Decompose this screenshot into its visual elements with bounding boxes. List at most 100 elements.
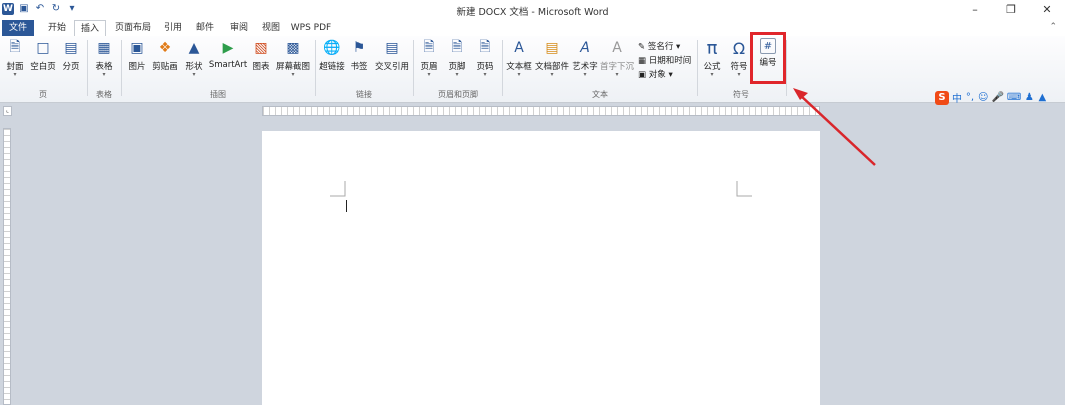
tab-mailings[interactable]: 邮件: [190, 20, 220, 36]
page-number-icon: 🗎: [479, 39, 491, 55]
tab-references[interactable]: 引用: [158, 20, 188, 36]
tab-view[interactable]: 视图: [256, 20, 286, 36]
group-divider: [121, 40, 122, 96]
cross-reference-icon: ▤: [385, 40, 399, 56]
clipart-icon: ❖: [158, 40, 172, 56]
group-label-pages: 页: [39, 90, 47, 99]
smartart-icon: ▶: [222, 40, 234, 56]
group-label-symbols: 符号: [733, 90, 749, 99]
footer-icon: 🗎: [451, 39, 463, 55]
user-icon[interactable]: ♟: [1024, 92, 1034, 103]
ruler-marks: [263, 107, 819, 115]
margin-corner-top-right: [736, 181, 752, 197]
object-button[interactable]: ▣ 对象 ▾: [638, 68, 673, 80]
title-bar: W ▣ ↶ ↻ ▾ 新建 DOCX 文档 - Microsoft Word – …: [0, 0, 1065, 20]
ribbon-tab-bar: 文件 开始 插入 页面布局 引用 邮件 审阅 视图 WPS PDF: [0, 20, 1065, 38]
signature-icon: ✎: [638, 42, 646, 52]
group-label-text: 文本: [592, 90, 608, 99]
minimize-icon[interactable]: –: [957, 0, 993, 20]
footer-button[interactable]: 🗎 页脚 ▾: [446, 38, 468, 78]
document-page[interactable]: [262, 131, 820, 405]
group-divider: [413, 40, 414, 96]
keyboard-icon[interactable]: ⌨: [1007, 92, 1021, 103]
cover-page-button[interactable]: 🗎 封面 ▾: [4, 38, 26, 78]
omega-icon: Ω: [732, 38, 746, 58]
textbox-icon: A: [514, 40, 524, 56]
vertical-ruler[interactable]: [3, 128, 11, 405]
screenshot-icon: ▩: [286, 40, 300, 56]
tab-file[interactable]: 文件: [2, 20, 34, 36]
wordart-button[interactable]: A 艺术字 ▾: [571, 38, 599, 78]
object-icon: ▣: [638, 70, 647, 80]
horizontal-ruler[interactable]: [262, 106, 820, 116]
page-break-icon: ▤: [64, 40, 78, 56]
sogou-logo-icon[interactable]: S: [935, 90, 949, 105]
signature-line-button[interactable]: ✎ 签名行 ▾: [638, 40, 680, 52]
picture-button[interactable]: ▣ 图片: [126, 38, 148, 72]
globe-icon: 🌐: [323, 40, 341, 56]
number-button-highlight: [750, 32, 786, 84]
picture-icon: ▣: [130, 40, 144, 56]
header-button[interactable]: 🗎 页眉 ▾: [418, 38, 440, 78]
emoji-icon[interactable]: ☺: [978, 92, 988, 103]
text-cursor: [346, 200, 347, 212]
tab-home[interactable]: 开始: [40, 20, 74, 36]
close-icon[interactable]: ✕: [1029, 0, 1065, 20]
blank-page-button[interactable]: □ 空白页: [30, 38, 56, 72]
group-label-tables: 表格: [96, 90, 112, 99]
ribbon: 🗎 封面 ▾ □ 空白页 ▤ 分页 页 ▦ 表格 ▾ 表格 ▣ 图片 ❖ 剪贴画 ▲…: [0, 36, 1065, 103]
bookmark-icon: ⚑: [352, 40, 366, 56]
page-number-button[interactable]: 🗎 页码 ▾: [474, 38, 496, 78]
cover-page-icon: 🗎: [9, 39, 21, 55]
group-divider: [87, 40, 88, 96]
equation-button[interactable]: π 公式 ▾: [700, 38, 724, 78]
group-divider: [786, 40, 787, 96]
ruler-marks: [4, 129, 10, 404]
shapes-button[interactable]: ▲ 形状 ▾: [182, 38, 206, 78]
smartart-button[interactable]: ▶ SmartArt: [208, 38, 248, 70]
ribbon-collapse-icon[interactable]: ⌃: [1049, 22, 1057, 32]
restore-icon[interactable]: ❐: [993, 0, 1029, 20]
hyperlink-button[interactable]: 🌐 超链接: [318, 38, 346, 72]
tab-wps-pdf[interactable]: WPS PDF: [288, 20, 334, 36]
drop-cap-icon: A: [612, 40, 622, 56]
bookmark-button[interactable]: ⚑ 书签: [348, 38, 370, 72]
shirt-icon[interactable]: ▲: [1037, 92, 1047, 103]
textbox-button[interactable]: A 文本框 ▾: [505, 38, 533, 78]
drop-cap-button[interactable]: A 首字下沉 ▾: [600, 38, 634, 78]
group-divider: [315, 40, 316, 96]
group-divider: [502, 40, 503, 96]
margin-corner-top-left: [330, 181, 346, 197]
group-label-links: 链接: [356, 90, 372, 99]
window-title: 新建 DOCX 文档 - Microsoft Word: [456, 7, 609, 18]
table-icon: ▦: [97, 40, 111, 56]
screenshot-button[interactable]: ▩ 屏幕截图 ▾: [274, 38, 312, 78]
group-divider: [697, 40, 698, 96]
ime-punct-toggle[interactable]: °,: [965, 92, 975, 103]
wordart-icon: A: [580, 40, 590, 56]
group-label-header-footer: 页眉和页脚: [438, 90, 478, 99]
ime-toolbar: S 中 °, ☺ 🎤 ⌨ ♟ ▲: [935, 90, 1047, 105]
date-time-button[interactable]: ▦ 日期和时间: [638, 54, 691, 66]
table-button[interactable]: ▦ 表格 ▾: [92, 38, 116, 78]
clipart-button[interactable]: ❖ 剪贴画: [150, 38, 180, 72]
tab-page-layout[interactable]: 页面布局: [108, 20, 158, 36]
symbol-button[interactable]: Ω 符号 ▾: [728, 38, 750, 78]
ime-mode-toggle[interactable]: 中: [952, 90, 962, 105]
page-break-button[interactable]: ▤ 分页: [60, 38, 82, 72]
blank-page-icon: □: [36, 40, 50, 56]
cross-reference-button[interactable]: ▤ 交叉引用: [372, 38, 412, 72]
tab-review[interactable]: 审阅: [224, 20, 254, 36]
quick-parts-icon: ▤: [545, 40, 559, 56]
shapes-icon: ▲: [188, 40, 200, 56]
header-icon: 🗎: [423, 39, 435, 55]
tab-selector[interactable]: ⌞: [3, 106, 12, 116]
chart-icon: ▧: [254, 40, 268, 56]
window-controls: – ❐ ✕: [957, 0, 1065, 20]
chart-button[interactable]: ▧ 图表: [250, 38, 272, 72]
microphone-icon[interactable]: 🎤: [991, 92, 1003, 103]
quick-parts-button[interactable]: ▤ 文档部件 ▾: [535, 38, 569, 78]
group-label-illustrations: 插图: [210, 90, 226, 99]
pi-icon: π: [706, 37, 718, 59]
calendar-icon: ▦: [638, 56, 647, 66]
